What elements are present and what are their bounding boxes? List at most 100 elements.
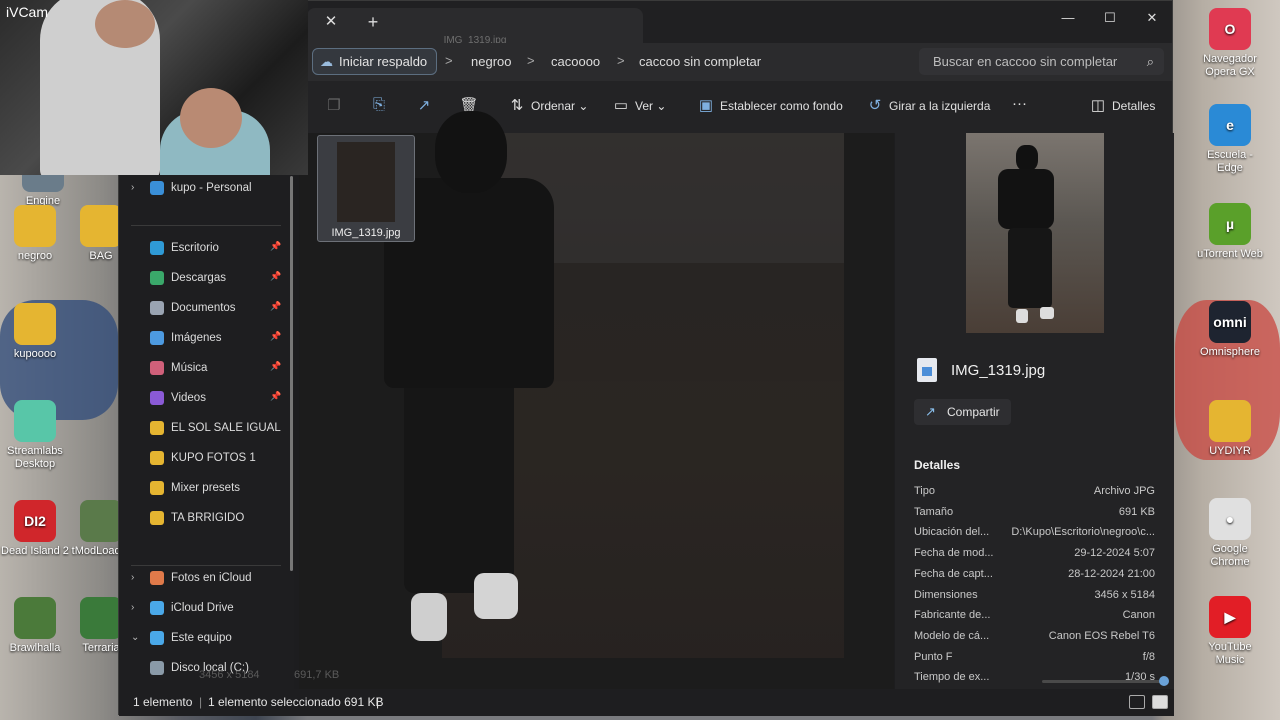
desktop-icon-label: Streamlabs Desktop [7, 445, 63, 470]
pin-icon[interactable]: 📌 [270, 361, 281, 372]
sidebar-item[interactable]: Descargas 📌 [119, 266, 294, 292]
file-item-img-1319[interactable]: IMG_1319.jpg [317, 135, 415, 242]
nav-scrollbar[interactable] [290, 176, 293, 571]
sidebar-item[interactable]: › Fotos en iCloud [119, 566, 294, 592]
large-icons-view-button[interactable] [1152, 695, 1168, 709]
sidebar-item[interactable]: › kupo - Personal [119, 176, 294, 202]
set-background-button[interactable]: Establecer como fondo [720, 99, 843, 113]
detail-value: Canon EOS Rebel T6 [1048, 629, 1155, 642]
sidebar-item-label: Imágenes [171, 332, 222, 344]
desktop-icon-item[interactable]: UYDIYR [1195, 400, 1265, 458]
chevron-down-icon[interactable]: ⌄ [131, 632, 139, 643]
desktop-icon-item[interactable]: omni Omnisphere [1195, 301, 1265, 359]
pictures-icon [150, 331, 164, 345]
tab-current[interactable]: IMG_1319.jpg [307, 8, 643, 46]
maximize-button[interactable]: ☐ [1088, 5, 1132, 31]
view-button[interactable]: Ver ⌄ [635, 99, 666, 113]
sort-label: Ordenar [531, 99, 576, 113]
breadcrumb-caccoo-sin-completar[interactable]: caccoo sin completar [639, 54, 761, 69]
desktop-icon-item[interactable]: Streamlabs Desktop [0, 400, 70, 471]
sidebar-item-label: EL SOL SALE IGUAL [171, 422, 281, 434]
folder-icon [150, 481, 164, 495]
desktop-app-icon: DI2 [14, 500, 56, 542]
desktop-icon-label: Navegador Opera GX [1203, 53, 1257, 78]
sidebar-item[interactable]: TA BRRIGIDO [119, 506, 294, 532]
desktop-icon-label: kupoooo [13, 348, 57, 360]
detail-key: Tiempo de ex... [914, 671, 990, 684]
share-button[interactable]: ↗ Compartir [914, 399, 1011, 425]
view-icon: ▭ [613, 97, 629, 114]
pin-icon[interactable]: 📌 [270, 241, 281, 252]
rotate-left-button[interactable]: Girar a la izquierda [889, 99, 990, 113]
sidebar-item-label: Este equipo [171, 632, 232, 644]
sidebar-item[interactable]: ⌄ Este equipo [119, 626, 294, 652]
desktop-icon-item[interactable]: Brawlhalla [0, 597, 70, 655]
desktop-icon-item[interactable]: kupoooo [0, 303, 70, 361]
chevron-right-icon[interactable]: › [131, 602, 134, 613]
desktop-icon-item[interactable]: ▶ YouTube Music [1195, 596, 1265, 667]
chevron-right-icon[interactable]: › [131, 572, 134, 583]
chevron-down-icon: ⌄ [578, 99, 589, 113]
file-item-label: IMG_1319.jpg [331, 227, 401, 239]
desktop-icon-item[interactable]: e Escuela - Edge [1195, 104, 1265, 175]
desktop-icon-label: Google Chrome [1210, 543, 1250, 568]
sidebar-item[interactable]: Escritorio 📌 [119, 236, 294, 262]
share-icon[interactable]: ↗ [414, 96, 434, 116]
pin-icon[interactable]: 📌 [270, 391, 281, 402]
details-pane-button[interactable]: Detalles [1112, 99, 1155, 113]
sort-button[interactable]: Ordenar ⌄ [531, 99, 588, 113]
breadcrumb-separator: > [527, 53, 535, 68]
tab-close-icon[interactable]: ✕ [322, 13, 340, 31]
sidebar-item[interactable]: EL SOL SALE IGUAL [119, 416, 294, 442]
detail-key: Tamaño [914, 505, 954, 518]
nav-divider [131, 565, 281, 566]
desktop-icon-label: negroo [17, 250, 53, 262]
desktop-app-icon [14, 205, 56, 247]
music-icon [150, 361, 164, 375]
zoom-slider-track[interactable] [1042, 680, 1162, 683]
sidebar-item[interactable]: KUPO FOTOS 1 [119, 446, 294, 472]
sidebar-item-label: Videos [171, 392, 206, 404]
navigation-pane: Galería›kupo - PersonalEscritorio📌Descar… [119, 133, 294, 689]
item-count: 1 elemento [133, 695, 193, 709]
desktop-icon-item[interactable]: ● Google Chrome [1195, 498, 1265, 569]
sidebar-item[interactable]: Mixer presets [119, 476, 294, 502]
desktop-icon-item[interactable]: O Navegador Opera GX [1195, 8, 1265, 79]
pin-icon[interactable]: 📌 [270, 271, 281, 282]
folder-icon [150, 421, 164, 435]
more-options-button[interactable]: ··· [1012, 95, 1027, 112]
breadcrumb-negroo[interactable]: negroo [471, 54, 511, 69]
sidebar-item[interactable]: › iCloud Drive [119, 596, 294, 622]
search-input[interactable]: Buscar en caccoo sin completar ⌕ [919, 48, 1164, 75]
sidebar-item[interactable]: Música 📌 [119, 356, 294, 382]
rename-icon[interactable]: ⎘ [369, 96, 389, 116]
desktop-app-icon: ▶ [1209, 596, 1251, 638]
sidebar-item[interactable]: Documentos 📌 [119, 296, 294, 322]
pin-icon[interactable]: 📌 [270, 331, 281, 342]
desktop-icon-item[interactable]: µ uTorrent Web [1195, 203, 1265, 261]
share-icon: ↗ [925, 404, 936, 419]
pin-icon[interactable]: 📌 [270, 301, 281, 312]
sidebar-item-label: Fotos en iCloud [171, 572, 252, 584]
breadcrumb-cacoooo[interactable]: cacoooo [551, 54, 600, 69]
chevron-right-icon[interactable]: › [131, 182, 134, 193]
desktop-icon-label: Brawlhalla [9, 642, 61, 654]
desktop-icon-item[interactable]: negroo [0, 205, 70, 263]
preview-figure-shoe [411, 593, 447, 641]
preview-figure-shoe [1040, 307, 1054, 319]
zoom-slider-thumb[interactable] [1158, 676, 1169, 686]
backup-button[interactable]: ☁ Iniciar respaldo [312, 48, 437, 75]
desktop-icon-item[interactable]: DI2 Dead Island 2 [0, 500, 70, 558]
nav-divider [131, 225, 281, 226]
copy-icon[interactable]: ❐ [324, 96, 344, 116]
sidebar-item-label: Mixer presets [171, 482, 241, 494]
sidebar-item[interactable]: Videos 📌 [119, 386, 294, 412]
desktop-app-icon: µ [1209, 203, 1251, 245]
jpg-file-icon [917, 358, 937, 382]
ghost-size: 691,7 KB [294, 669, 340, 681]
minimize-button[interactable]: — [1046, 5, 1090, 31]
sidebar-item[interactable]: Imágenes 📌 [119, 326, 294, 352]
new-tab-button[interactable]: + [363, 12, 383, 32]
details-view-button[interactable] [1129, 695, 1145, 709]
close-button[interactable]: ✕ [1130, 5, 1174, 31]
